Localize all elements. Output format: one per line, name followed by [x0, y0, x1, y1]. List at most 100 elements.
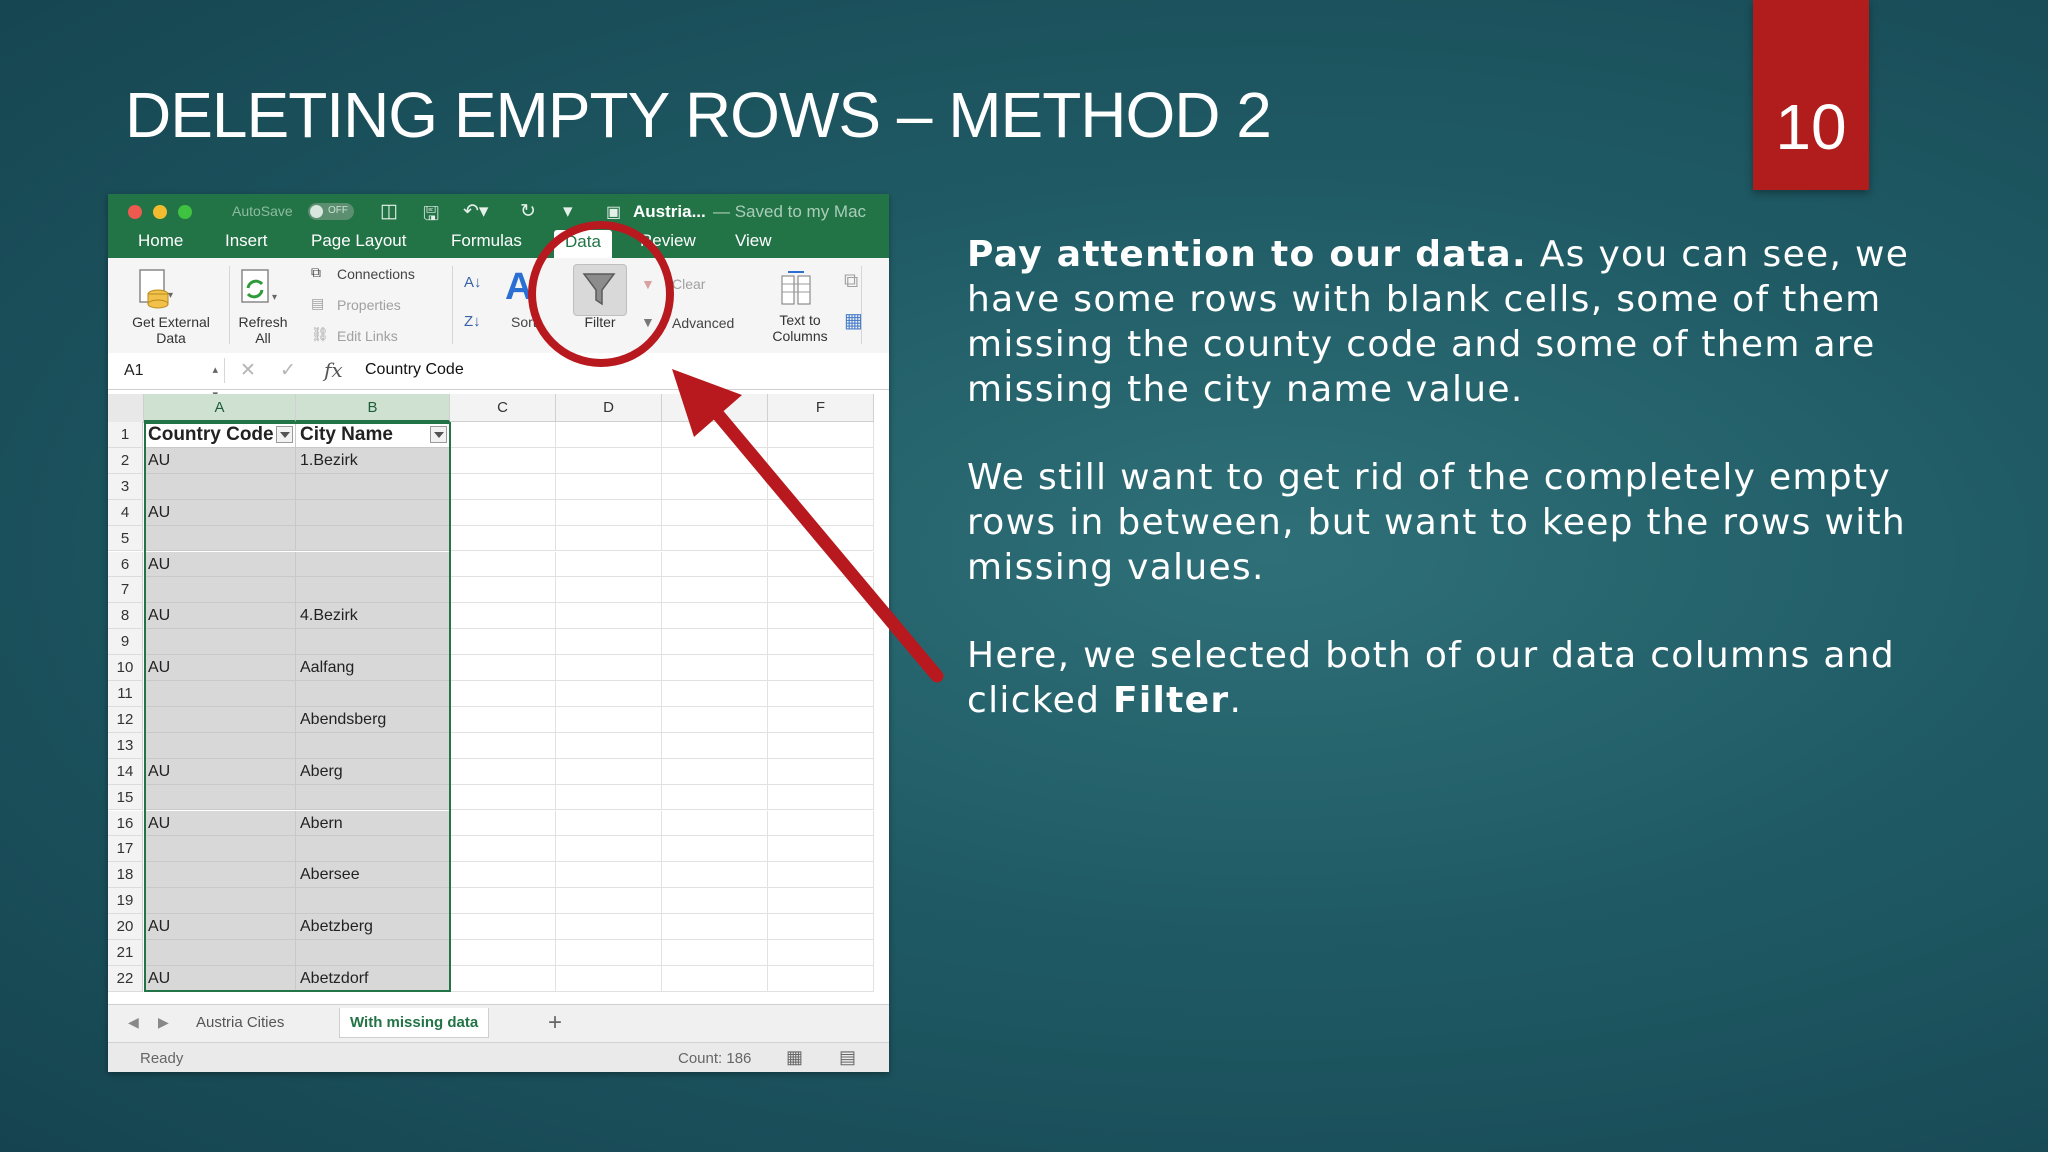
cell-b16[interactable]: Abern [296, 810, 450, 837]
sort-button[interactable]: Sort [511, 314, 537, 330]
cell-b6[interactable] [296, 551, 450, 578]
cell-b7[interactable] [296, 577, 450, 604]
cell-c11[interactable] [450, 681, 556, 707]
cell-b1[interactable]: City Name [296, 422, 450, 448]
cell-c3[interactable] [450, 473, 556, 500]
cell-c1[interactable] [450, 422, 556, 448]
tab-insert[interactable]: Insert [225, 231, 268, 251]
cell-e18[interactable] [662, 862, 768, 889]
sheet-tab-austria-cities[interactable]: Austria Cities [186, 1008, 294, 1037]
filter-dropdown-button[interactable] [276, 426, 293, 443]
cell-a19[interactable] [144, 888, 296, 915]
cell-e13[interactable] [662, 732, 768, 759]
close-window-button[interactable] [128, 205, 142, 219]
row-header[interactable]: 9 [108, 629, 143, 656]
cell-e15[interactable] [662, 784, 768, 811]
select-all-corner[interactable] [108, 394, 144, 423]
cell-e4[interactable] [662, 499, 768, 526]
cell-d5[interactable] [556, 525, 662, 552]
cell-d3[interactable] [556, 473, 662, 500]
cell-a1[interactable]: Country Code [144, 422, 296, 448]
zoom-window-button[interactable] [178, 205, 192, 219]
row-header[interactable]: 15 [108, 784, 143, 811]
cell-e5[interactable] [662, 525, 768, 552]
cell-e3[interactable] [662, 473, 768, 500]
cell-a10[interactable]: AU [144, 655, 296, 681]
row-header[interactable]: 1 [108, 422, 143, 448]
cancel-entry-icon[interactable]: ✕ [240, 359, 256, 382]
cell-e7[interactable] [662, 577, 768, 604]
cell-c12[interactable] [450, 706, 556, 733]
cell-d4[interactable] [556, 499, 662, 526]
row-header[interactable]: 2 [108, 447, 143, 474]
cell-b17[interactable] [296, 836, 450, 863]
previous-sheet-icon[interactable]: ◀ [128, 1014, 139, 1031]
row-header[interactable]: 4 [108, 499, 143, 526]
row-header[interactable]: 5 [108, 525, 143, 552]
cell-c10[interactable] [450, 655, 556, 681]
sidebar-toggle-icon[interactable]: ◫ [380, 200, 398, 223]
tab-page-layout[interactable]: Page Layout [311, 231, 406, 251]
row-header[interactable]: 18 [108, 862, 143, 889]
cell-f8[interactable] [768, 603, 874, 630]
cell-a22[interactable]: AU [144, 965, 296, 992]
cell-e8[interactable] [662, 603, 768, 630]
row-header[interactable]: 6 [108, 551, 143, 578]
cell-b9[interactable] [296, 629, 450, 656]
cell-e9[interactable] [662, 629, 768, 656]
cell-d6[interactable] [556, 551, 662, 578]
redo-icon[interactable]: ↻ [520, 200, 536, 223]
tab-formulas[interactable]: Formulas [451, 231, 522, 251]
cell-d12[interactable] [556, 706, 662, 733]
cell-d11[interactable] [556, 681, 662, 707]
cell-c18[interactable] [450, 862, 556, 889]
edit-links-button[interactable]: Edit Links [337, 328, 398, 344]
autosave-toggle[interactable]: OFF [308, 203, 354, 220]
cell-b21[interactable] [296, 940, 450, 966]
cell-a14[interactable]: AU [144, 758, 296, 785]
cell-d22[interactable] [556, 965, 662, 992]
normal-view-icon[interactable]: ▦ [786, 1047, 803, 1068]
cell-b2[interactable]: 1.Bezirk [296, 447, 450, 474]
cell-c15[interactable] [450, 784, 556, 811]
column-header-d[interactable]: D [556, 394, 662, 422]
cell-b13[interactable] [296, 732, 450, 759]
column-header-c[interactable]: C [450, 394, 556, 422]
cell-b18[interactable]: Abersee [296, 862, 450, 889]
cell-d17[interactable] [556, 836, 662, 863]
row-header[interactable]: 17 [108, 836, 143, 863]
insert-function-button[interactable]: fx [324, 358, 343, 382]
cell-e17[interactable] [662, 836, 768, 863]
cell-c14[interactable] [450, 758, 556, 785]
name-box[interactable]: A1▴▾ [114, 358, 225, 401]
cell-d8[interactable] [556, 603, 662, 630]
cell-f11[interactable] [768, 681, 874, 707]
cell-a18[interactable] [144, 862, 296, 889]
cell-c20[interactable] [450, 914, 556, 940]
advanced-button[interactable]: Advanced [672, 315, 734, 331]
cell-f6[interactable] [768, 551, 874, 578]
cell-f1[interactable] [768, 422, 874, 448]
cell-b12[interactable]: Abendsberg [296, 706, 450, 733]
cell-e1[interactable] [662, 422, 768, 448]
undo-icon[interactable]: ↶▾ [463, 200, 488, 223]
cell-c7[interactable] [450, 577, 556, 604]
cell-a16[interactable]: AU [144, 810, 296, 837]
cell-a4[interactable]: AU [144, 499, 296, 526]
cell-f19[interactable] [768, 888, 874, 915]
cell-e10[interactable] [662, 655, 768, 681]
sort-descending-icon[interactable]: Z↓ [464, 313, 481, 330]
column-header-f[interactable]: F [768, 394, 874, 422]
row-header[interactable]: 20 [108, 914, 143, 940]
cell-a15[interactable] [144, 784, 296, 811]
row-header[interactable]: 7 [108, 577, 143, 604]
cell-f16[interactable] [768, 810, 874, 837]
cell-a12[interactable] [144, 706, 296, 733]
row-header[interactable]: 13 [108, 732, 143, 759]
tab-review[interactable]: Review [640, 231, 696, 251]
cell-b4[interactable] [296, 499, 450, 526]
cell-b22[interactable]: Abetzdorf [296, 965, 450, 992]
cell-d1[interactable] [556, 422, 662, 448]
cell-f9[interactable] [768, 629, 874, 656]
cell-b3[interactable] [296, 473, 450, 500]
